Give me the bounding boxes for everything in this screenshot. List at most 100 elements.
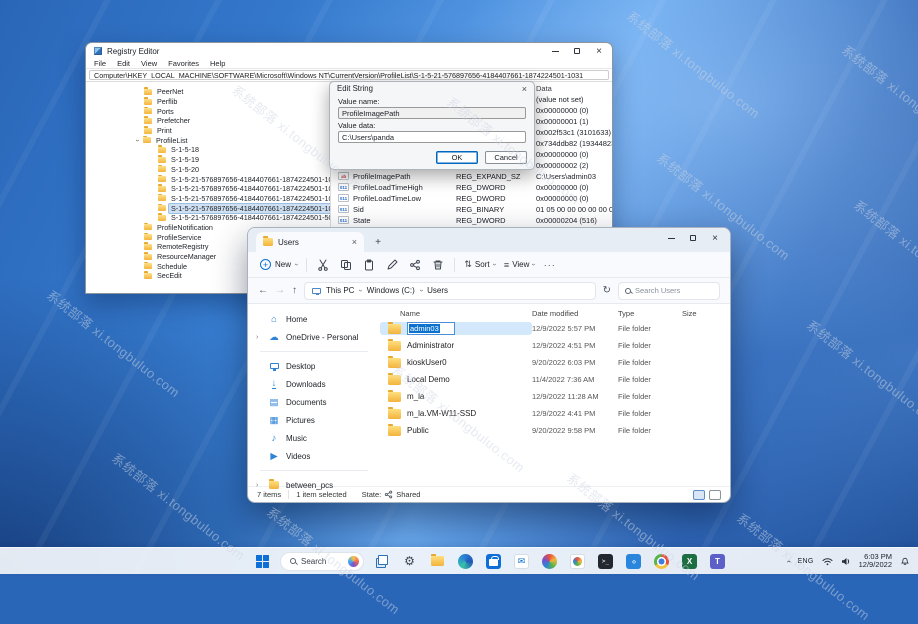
menu-item-edit[interactable]: Edit bbox=[117, 59, 130, 68]
chevron-down-icon[interactable]: › bbox=[134, 137, 141, 143]
file-row-renaming[interactable]: admin03 12/9/2022 5:57 PM File folder bbox=[380, 320, 730, 337]
search-input[interactable] bbox=[635, 286, 707, 295]
tab-users[interactable]: Users × bbox=[256, 232, 364, 252]
sidebar-item-music[interactable]: ♪Music bbox=[248, 429, 380, 447]
menu-item-help[interactable]: Help bbox=[210, 59, 225, 68]
search-box[interactable] bbox=[618, 282, 720, 300]
registry-value-row[interactable]: ProfileLoadTimeHighREG_DWORD0x00000000 (… bbox=[331, 182, 612, 193]
refresh-icon[interactable]: ↻ bbox=[603, 285, 611, 296]
photos-icon[interactable] bbox=[539, 551, 560, 572]
sidebar-item-home[interactable]: ⌂Home bbox=[248, 310, 380, 328]
maximize-button[interactable] bbox=[682, 231, 704, 245]
terminal-icon[interactable]: >_ bbox=[595, 551, 616, 572]
sidebar-item-videos[interactable]: ▶Videos bbox=[248, 447, 380, 465]
file-row[interactable]: Administrator 12/9/2022 4:51 PM File fol… bbox=[380, 337, 730, 354]
tree-item[interactable]: Print bbox=[86, 126, 330, 136]
registry-path-input[interactable]: Computer\HKEY_LOCAL_MACHINE\SOFTWARE\Mic… bbox=[89, 70, 609, 80]
copy-icon[interactable] bbox=[339, 258, 353, 272]
task-view-icon[interactable] bbox=[371, 551, 392, 572]
breadcrumb-users[interactable]: Users bbox=[427, 286, 448, 295]
tree-item[interactable]: S-1-5-18 bbox=[86, 145, 330, 155]
file-row[interactable]: kioskUser0 9/20/2022 6:03 PM File folder bbox=[380, 354, 730, 371]
menu-item-view[interactable]: View bbox=[141, 59, 157, 68]
sidebar-item-downloads[interactable]: ↓Downloads bbox=[248, 375, 380, 393]
forward-button[interactable]: → bbox=[275, 285, 285, 296]
clock[interactable]: 6:03 PM 12/9/2022 bbox=[859, 553, 892, 570]
sidebar-item-desktop[interactable]: Desktop bbox=[248, 357, 380, 375]
hidden-icons-chevron[interactable]: › bbox=[784, 560, 793, 563]
file-explorer-icon[interactable] bbox=[427, 551, 448, 572]
vscode-icon[interactable]: ‹› bbox=[623, 551, 644, 572]
rename-icon[interactable] bbox=[385, 258, 399, 272]
tree-item[interactable]: S-1-5-21-576897656-4184407661-1874224501… bbox=[86, 174, 330, 184]
new-tab-button[interactable]: + bbox=[370, 234, 386, 250]
chevron-right-icon[interactable]: › bbox=[256, 334, 258, 341]
tree-item[interactable]: S-1-5-20 bbox=[86, 165, 330, 175]
column-header-name[interactable]: Name bbox=[380, 309, 532, 318]
column-header-type[interactable]: Type bbox=[618, 309, 682, 318]
view-button[interactable]: ≡View› bbox=[504, 260, 535, 270]
breadcrumb-windows-c[interactable]: Windows (C:) bbox=[367, 286, 415, 295]
tree-item[interactable]: S-1-5-21-576897656-4184407661-1874224501… bbox=[86, 194, 330, 204]
sidebar-item-onedrive[interactable]: ›☁OneDrive - Personal bbox=[248, 328, 380, 346]
icons-view-icon[interactable] bbox=[709, 490, 721, 500]
sort-button[interactable]: ⇅Sort› bbox=[464, 259, 495, 270]
start-button[interactable] bbox=[252, 551, 273, 572]
column-header-size[interactable]: Size bbox=[682, 309, 722, 318]
up-button[interactable]: ↑ bbox=[292, 285, 297, 296]
breadcrumb[interactable]: This PC › Windows (C:) › Users bbox=[304, 282, 596, 300]
value-name-field[interactable]: ProfileImagePath bbox=[338, 107, 526, 119]
share-icon[interactable] bbox=[408, 258, 422, 272]
delete-icon[interactable] bbox=[431, 258, 445, 272]
new-button[interactable]: +New› bbox=[260, 259, 297, 270]
value-data-field[interactable]: C:\Users\panda bbox=[338, 131, 526, 143]
teams-icon[interactable]: T bbox=[707, 551, 728, 572]
cut-icon[interactable] bbox=[316, 258, 330, 272]
close-button[interactable]: × bbox=[588, 44, 610, 58]
tree-item[interactable]: S-1-5-19 bbox=[86, 155, 330, 165]
close-button[interactable]: × bbox=[704, 231, 726, 245]
tree-item[interactable]: Perflib bbox=[86, 97, 330, 107]
sidebar-item-between-pcs[interactable]: ›between_pcs bbox=[248, 476, 380, 494]
minimize-button[interactable] bbox=[660, 231, 682, 245]
details-view-icon[interactable] bbox=[693, 490, 705, 500]
tree-item[interactable]: S-1-5-21-576897656-4184407661-1874224501… bbox=[86, 184, 330, 194]
menu-item-file[interactable]: File bbox=[94, 59, 106, 68]
file-row[interactable]: Local Demo 11/4/2022 7:36 AM File folder bbox=[380, 371, 730, 388]
paste-icon[interactable] bbox=[362, 258, 376, 272]
notification-bell-icon[interactable] bbox=[900, 556, 910, 566]
column-header-date-modified[interactable]: Date modified bbox=[532, 309, 618, 318]
dialog-close-icon[interactable]: × bbox=[522, 84, 527, 94]
microsoft-store-icon[interactable] bbox=[483, 551, 504, 572]
edge-icon[interactable] bbox=[455, 551, 476, 572]
file-row[interactable]: Public 9/20/2022 9:58 PM File folder bbox=[380, 422, 730, 439]
chrome-icon[interactable] bbox=[651, 551, 672, 572]
registry-value-row-profileimagepath[interactable]: ProfileImagePathREG_EXPAND_SZC:\Users\ad… bbox=[331, 171, 612, 182]
tree-item-profilelist[interactable]: ›ProfileList bbox=[86, 135, 330, 145]
tree-item[interactable]: PeerNet bbox=[86, 87, 330, 97]
registry-value-row[interactable]: StateREG_DWORD0x00000204 (516) bbox=[331, 215, 612, 226]
taskbar-search[interactable]: Search bbox=[280, 552, 364, 571]
registry-value-row[interactable]: SidREG_BINARY01 05 00 00 00 00 00 05 15 … bbox=[331, 204, 612, 215]
back-button[interactable]: ← bbox=[258, 285, 268, 296]
registry-value-row[interactable]: ProfileLoadTimeLowREG_DWORD0x00000000 (0… bbox=[331, 193, 612, 204]
mail-icon[interactable]: ✉ bbox=[511, 551, 532, 572]
tree-item[interactable]: Prefetcher bbox=[86, 116, 330, 126]
settings-icon[interactable]: ⚙ bbox=[399, 551, 420, 572]
tree-item[interactable]: Ports bbox=[86, 106, 330, 116]
tab-close-icon[interactable]: × bbox=[352, 237, 357, 247]
more-options-button[interactable]: ··· bbox=[544, 260, 556, 270]
file-row[interactable]: m_la 12/9/2022 11:28 AM File folder bbox=[380, 388, 730, 405]
volume-icon[interactable] bbox=[841, 557, 851, 566]
tree-item-selected[interactable]: S-1-5-21-576897656-4184407661-1874224501… bbox=[86, 203, 330, 213]
cancel-button[interactable]: Cancel bbox=[485, 151, 527, 164]
rename-input[interactable]: admin03 bbox=[407, 322, 455, 335]
tree-item[interactable]: S-1-5-21-576897656-4184407661-1874224501… bbox=[86, 213, 330, 223]
ok-button[interactable]: OK bbox=[436, 151, 478, 164]
language-indicator[interactable]: ENG bbox=[798, 558, 814, 565]
file-row[interactable]: m_la.VM-W11-SSD 12/9/2022 4:41 PM File f… bbox=[380, 405, 730, 422]
excel-icon[interactable]: X bbox=[679, 551, 700, 572]
sidebar-item-documents[interactable]: ▤Documents bbox=[248, 393, 380, 411]
minimize-button[interactable] bbox=[544, 44, 566, 58]
breadcrumb-this-pc[interactable]: This PC bbox=[326, 286, 354, 295]
